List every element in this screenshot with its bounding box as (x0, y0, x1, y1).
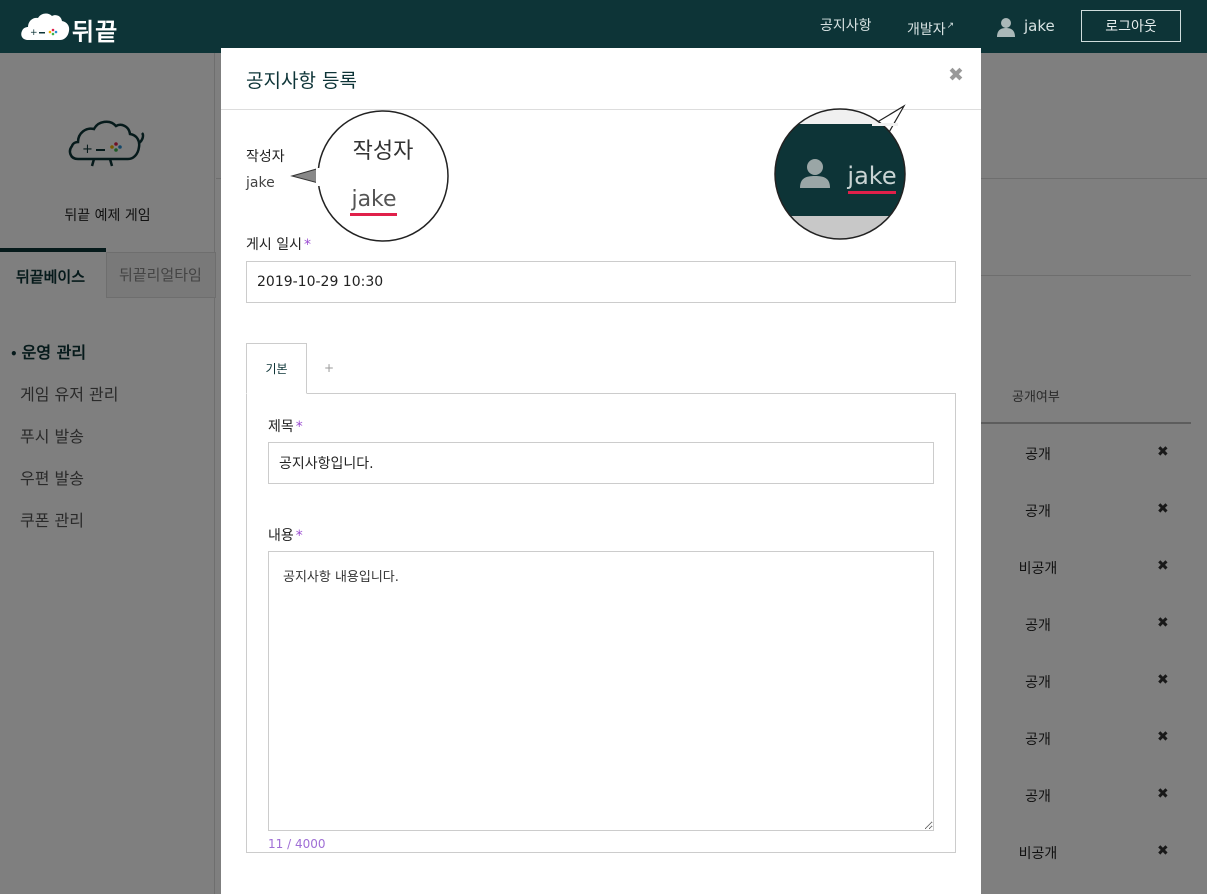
user-menu[interactable]: jake (996, 0, 1055, 53)
author-value: jake (246, 175, 275, 191)
callout-underline (848, 191, 896, 194)
required-mark: * (295, 528, 303, 544)
modal-title: 공지사항 등록 (246, 70, 357, 92)
subject-label: 제목 * (268, 416, 303, 436)
required-mark: * (295, 419, 303, 435)
callout-underline (350, 213, 397, 216)
close-icon[interactable]: ✖ (948, 64, 964, 86)
username-magnifier-callout: jake (774, 104, 906, 240)
content-label-text: 내용 (268, 528, 294, 544)
nav-developer-link[interactable]: 개발자↗ (907, 0, 954, 53)
brand-logo[interactable]: + 뒤끝 (20, 10, 120, 46)
content-textarea[interactable]: 공지사항 내용입니다. (268, 551, 934, 831)
author-label: 작성자 (246, 149, 285, 165)
external-link-icon: ↗ (946, 21, 955, 31)
username: jake (1024, 17, 1055, 35)
char-counter: 11 / 4000 (268, 837, 326, 851)
svg-text:+: + (30, 28, 38, 38)
nav-notice-link[interactable]: 공지사항 (820, 0, 872, 53)
subject-label-text: 제목 (268, 419, 294, 435)
callout-username: jake (846, 162, 896, 190)
nav-developer-label: 개발자 (907, 22, 946, 38)
callout-author-heading: 작성자 (353, 139, 414, 164)
tab-lang-default[interactable]: 기본 (246, 343, 307, 394)
content-label: 내용 * (268, 525, 303, 545)
brand-name: 뒤끝 (72, 18, 119, 46)
subject-input[interactable] (268, 442, 934, 484)
top-bar: + 뒤끝 공지사항 개발자↗ jake 로그아웃 (0, 0, 1207, 53)
author-magnifier-callout: 작성자 jake (290, 110, 449, 242)
add-lang-tab-button[interactable]: + (317, 343, 341, 393)
callout-author-value: jake (350, 187, 396, 212)
user-icon (997, 17, 1015, 37)
cloud-gamepad-icon: + (21, 13, 70, 40)
logout-button[interactable]: 로그아웃 (1081, 10, 1181, 42)
post-date-input[interactable] (246, 261, 956, 303)
